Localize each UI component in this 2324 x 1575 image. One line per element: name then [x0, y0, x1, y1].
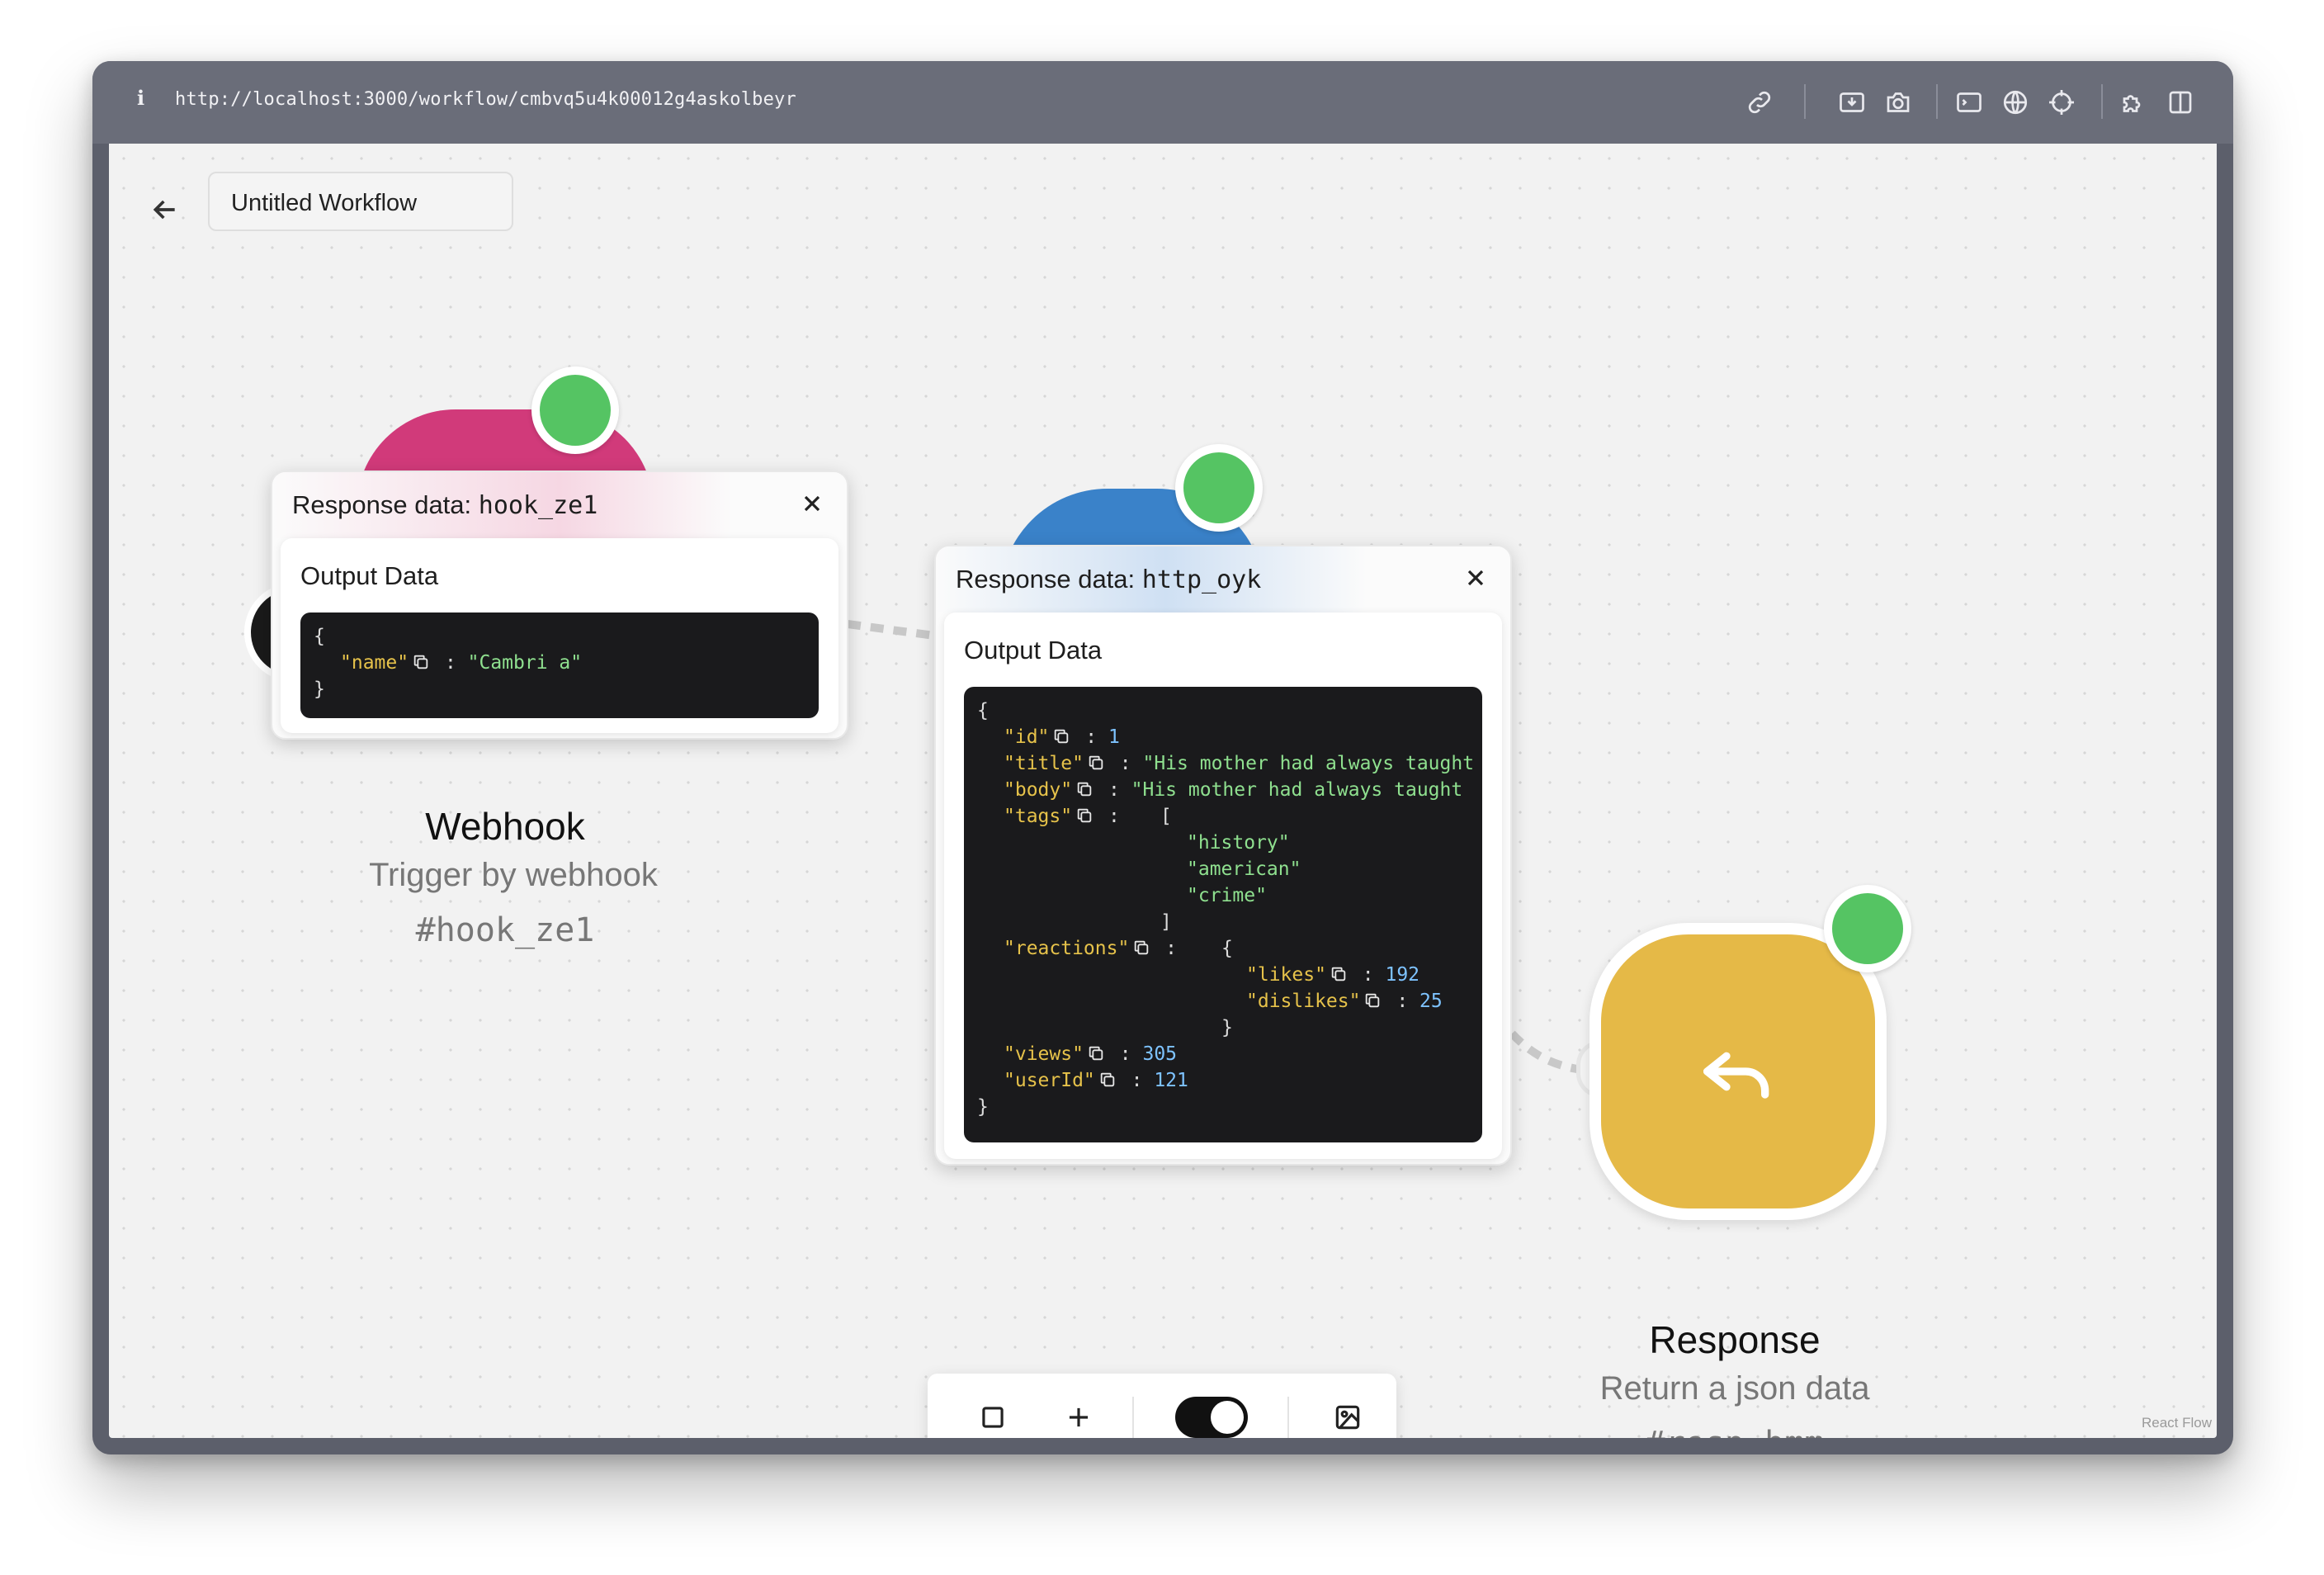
camera-icon[interactable] — [1883, 88, 1913, 117]
plus-icon[interactable] — [1063, 1402, 1094, 1433]
json-bracket: ] — [1160, 911, 1172, 933]
webhook-node-id: #hook_ze1 — [415, 911, 595, 949]
json-viewer: { "id" : 1 "title" : "His mother had alw… — [964, 687, 1482, 1142]
sidebar-icon[interactable] — [2166, 88, 2195, 117]
json-brace: } — [1221, 1017, 1233, 1038]
json-brace: { — [1221, 938, 1233, 959]
toolbar-divider — [1804, 84, 1806, 119]
copy-icon[interactable] — [1132, 939, 1150, 957]
json-row: "tags" : — [1004, 806, 1131, 827]
copy-icon[interactable] — [1087, 1044, 1105, 1062]
extension-icon[interactable] — [2119, 88, 2149, 117]
response-node[interactable] — [1589, 923, 1887, 1220]
json-row: "likes" : 192 — [1246, 964, 1420, 986]
globe-icon[interactable] — [2000, 88, 2030, 117]
edge-webhook-http — [847, 620, 935, 640]
json-brace: { — [977, 700, 989, 721]
json-row: "id" : 1 — [1004, 726, 1120, 748]
http-status-indicator — [1175, 444, 1263, 532]
webhook-response-popup: Response data: hook_ze1 Output Data { "n… — [271, 471, 848, 740]
toolbar-divider — [1132, 1397, 1134, 1438]
json-value: "crime" — [1187, 885, 1267, 906]
copy-icon[interactable] — [1075, 780, 1094, 798]
json-row: "dislikes" : 25 — [1246, 991, 1443, 1012]
copy-icon[interactable] — [1052, 727, 1070, 745]
json-row: "body" : "His mother had always taught — [1004, 779, 1463, 801]
popup-header-id: http_oyk — [1141, 565, 1262, 594]
output-data-title: Output Data — [300, 561, 439, 590]
json-key: "name" — [340, 652, 409, 674]
reply-arrow-icon — [1703, 1052, 1769, 1099]
browser-window: i http://localhost:3000/workflow/cmbvq5u… — [92, 61, 2233, 1454]
json-brace: } — [977, 1096, 989, 1118]
json-row: "userId" : 121 — [1004, 1070, 1188, 1091]
info-icon[interactable]: i — [137, 86, 144, 110]
toggle-knob — [1211, 1401, 1244, 1434]
json-brace: { — [314, 626, 325, 647]
copy-icon[interactable] — [1363, 991, 1382, 1010]
json-viewer: { "name" : "Cambri a" } — [300, 612, 819, 718]
webhook-node-subtitle: Trigger by webhook — [369, 857, 658, 893]
toolbar-divider — [1936, 84, 1938, 119]
copy-icon[interactable] — [1075, 806, 1094, 825]
copy-icon[interactable] — [1087, 754, 1105, 772]
image-icon[interactable] — [1332, 1402, 1363, 1433]
copy-icon[interactable] — [1330, 965, 1348, 983]
webhook-node-title: Webhook — [425, 805, 585, 848]
flow-canvas[interactable]: Untitled Workflow Response data: hook_ze… — [109, 144, 2217, 1438]
json-value: "Cambri a" — [467, 652, 583, 674]
address-bar[interactable]: http://localhost:3000/workflow/cmbvq5u4k… — [175, 89, 796, 110]
json-bracket: [ — [1160, 806, 1172, 827]
screenshot-icon[interactable] — [1837, 88, 1867, 117]
json-value: "history" — [1187, 832, 1290, 854]
response-node-title: Response — [1649, 1318, 1821, 1361]
json-row: "views" : 305 — [1004, 1043, 1178, 1065]
link-icon[interactable] — [1745, 88, 1774, 117]
json-value: "american" — [1187, 858, 1301, 880]
popup-header: Response data: hook_ze1 — [272, 472, 847, 538]
response-node-id: #resp_bmm — [1561, 1425, 1908, 1438]
json-brace: } — [314, 679, 325, 700]
terminal-icon[interactable] — [1954, 88, 1984, 117]
close-icon[interactable] — [799, 490, 825, 517]
close-icon[interactable] — [1462, 565, 1489, 591]
copy-icon[interactable] — [412, 653, 430, 671]
http-response-popup: Response data: http_oyk Output Data { "i… — [934, 545, 1512, 1166]
crosshair-icon[interactable] — [2047, 88, 2076, 117]
webhook-status-indicator — [531, 367, 619, 454]
square-icon[interactable] — [977, 1402, 1008, 1433]
toolbar-divider — [2101, 84, 2103, 119]
canvas-toolbar — [928, 1374, 1396, 1438]
output-panel: Output Data { "id" : 1 "title" : "His mo… — [944, 612, 1502, 1159]
response-node-subtitle: Return a json data — [1599, 1370, 1870, 1407]
browser-toolbar: i http://localhost:3000/workflow/cmbvq5u… — [92, 61, 2233, 144]
json-row: "name" : "Cambri a" — [340, 652, 583, 674]
output-data-title: Output Data — [964, 636, 1103, 665]
copy-icon[interactable] — [1098, 1071, 1117, 1089]
react-flow-attribution[interactable]: React Flow — [2142, 1415, 2212, 1431]
response-status-indicator — [1824, 885, 1911, 972]
toggle-switch[interactable] — [1175, 1397, 1248, 1438]
popup-header: Response data: http_oyk — [936, 546, 1510, 612]
popup-header-label: Response data: — [292, 490, 479, 519]
json-row: "reactions" : — [1004, 938, 1188, 959]
output-panel: Output Data { "name" : "Cambri a" } — [281, 538, 838, 733]
json-row: "title" : "His mother had always taught — [1004, 753, 1475, 774]
toolbar-divider — [1287, 1397, 1289, 1438]
popup-header-label: Response data: — [956, 565, 1142, 594]
popup-header-id: hook_ze1 — [478, 491, 598, 520]
